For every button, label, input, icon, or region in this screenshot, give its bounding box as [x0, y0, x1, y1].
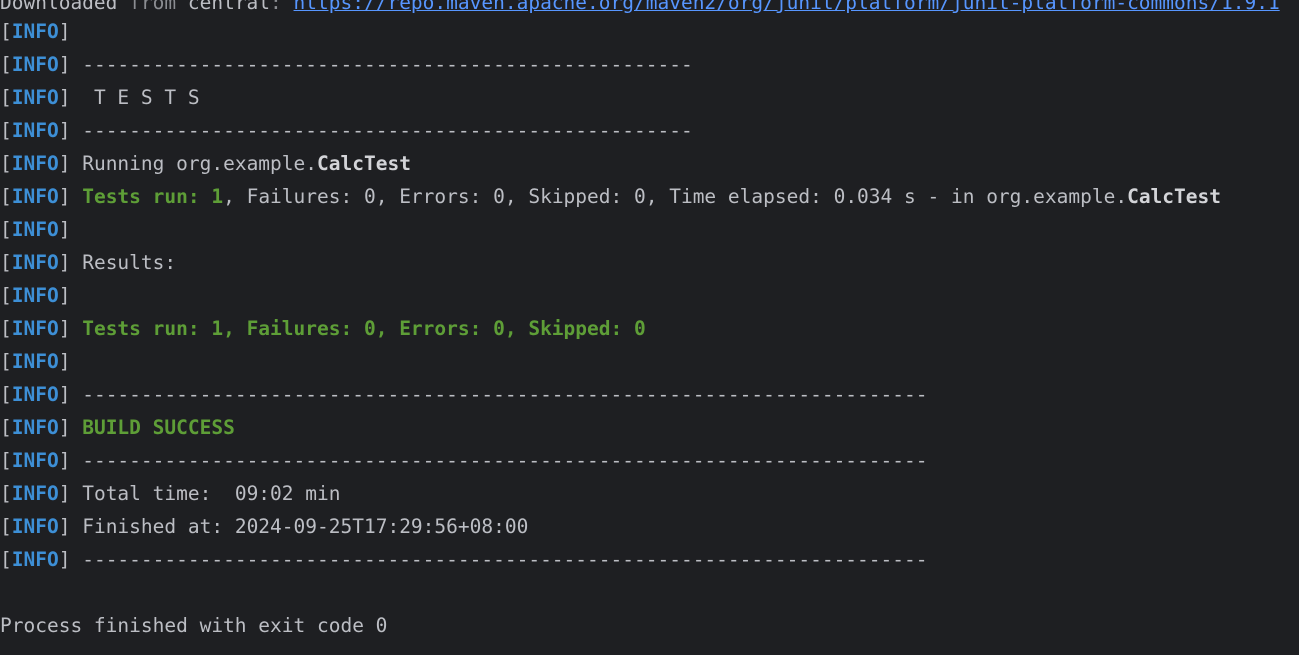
build-success: BUILD SUCCESS: [70, 416, 235, 439]
separator-long: ----------------------------------------…: [70, 383, 928, 406]
separator-long: ----------------------------------------…: [70, 449, 928, 472]
log-line-separator-short-1: [INFO] ---------------------------------…: [0, 53, 693, 76]
separator-short: ----------------------------------------…: [70, 119, 693, 142]
download-repo: central: [187, 0, 271, 14]
info-tag: INFO: [11, 449, 59, 472]
info-tag: INFO: [11, 53, 59, 76]
info-tag: INFO: [11, 317, 59, 340]
finished-at: Finished at: 2024-09-25T17:29:56+08:00: [70, 515, 529, 538]
download-from: from: [117, 0, 188, 14]
total-time: Total time: 09:02 min: [70, 482, 341, 505]
tests-run-class: CalcTest: [1127, 185, 1221, 208]
log-line-blank-2: [INFO]: [0, 218, 71, 241]
tests-run-count: Tests run: 1: [70, 185, 224, 208]
log-line-tests-header: [INFO] T E S T S: [0, 86, 200, 109]
info-tag: INFO: [11, 416, 59, 439]
info-tag: INFO: [11, 548, 59, 571]
running-prefix: Running org.example.: [70, 152, 318, 175]
console-output[interactable]: Downloaded from central: https://repo.ma…: [0, 0, 1299, 655]
log-line-summary: [INFO] Tests run: 1, Failures: 0, Errors…: [0, 317, 646, 340]
info-tag: INFO: [11, 86, 59, 109]
process-exit-text: Process finished with exit code 0: [0, 614, 388, 637]
log-line-blank-3: [INFO]: [0, 284, 71, 307]
info-tag: INFO: [11, 515, 59, 538]
log-line-finished-at: [INFO] Finished at: 2024-09-25T17:29:56+…: [0, 515, 529, 538]
tests-header: T E S T S: [70, 86, 200, 109]
process-exit-line: Process finished with exit code 0: [0, 609, 1299, 642]
info-tag: INFO: [11, 152, 59, 175]
log-line-running: [INFO] Running org.example.CalcTest: [0, 152, 411, 175]
info-tag: INFO: [11, 383, 59, 406]
info-tag: INFO: [11, 119, 59, 142]
info-tag: INFO: [11, 350, 59, 373]
download-url-link[interactable]: https://repo.maven.apache.org/maven2/org…: [294, 0, 1280, 14]
log-line-separator-long-2: [INFO] ---------------------------------…: [0, 449, 928, 472]
info-tag: INFO: [11, 251, 59, 274]
info-tag: INFO: [11, 185, 59, 208]
separator-short: ----------------------------------------…: [70, 53, 693, 76]
log-line-total-time: [INFO] Total time: 09:02 min: [0, 482, 341, 505]
log-line-blank-1: [INFO]: [0, 20, 71, 43]
running-class: CalcTest: [317, 152, 411, 175]
separator-long: ----------------------------------------…: [70, 548, 928, 571]
log-line-separator-long-3: [INFO] ---------------------------------…: [0, 548, 928, 571]
tests-summary: Tests run: 1, Failures: 0, Errors: 0, Sk…: [70, 317, 646, 340]
info-tag: INFO: [11, 284, 59, 307]
results-label: Results:: [70, 251, 177, 274]
tests-run-detail: , Failures: 0, Errors: 0, Skipped: 0, Ti…: [223, 185, 1128, 208]
log-line-blank-4: [INFO]: [0, 350, 71, 373]
download-prefix: Downloaded: [0, 0, 118, 14]
download-sep: :: [270, 0, 294, 14]
log-line-build-success: [INFO] BUILD SUCCESS: [0, 416, 235, 439]
log-line-results: [INFO] Results:: [0, 251, 177, 274]
log-line-separator-long-1: [INFO] ---------------------------------…: [0, 383, 928, 406]
info-tag: INFO: [11, 482, 59, 505]
info-tag: INFO: [11, 20, 59, 43]
log-line-tests-run-detail: [INFO] Tests run: 1, Failures: 0, Errors…: [0, 185, 1221, 208]
log-line-separator-short-2: [INFO] ---------------------------------…: [0, 119, 693, 142]
info-tag: INFO: [11, 218, 59, 241]
